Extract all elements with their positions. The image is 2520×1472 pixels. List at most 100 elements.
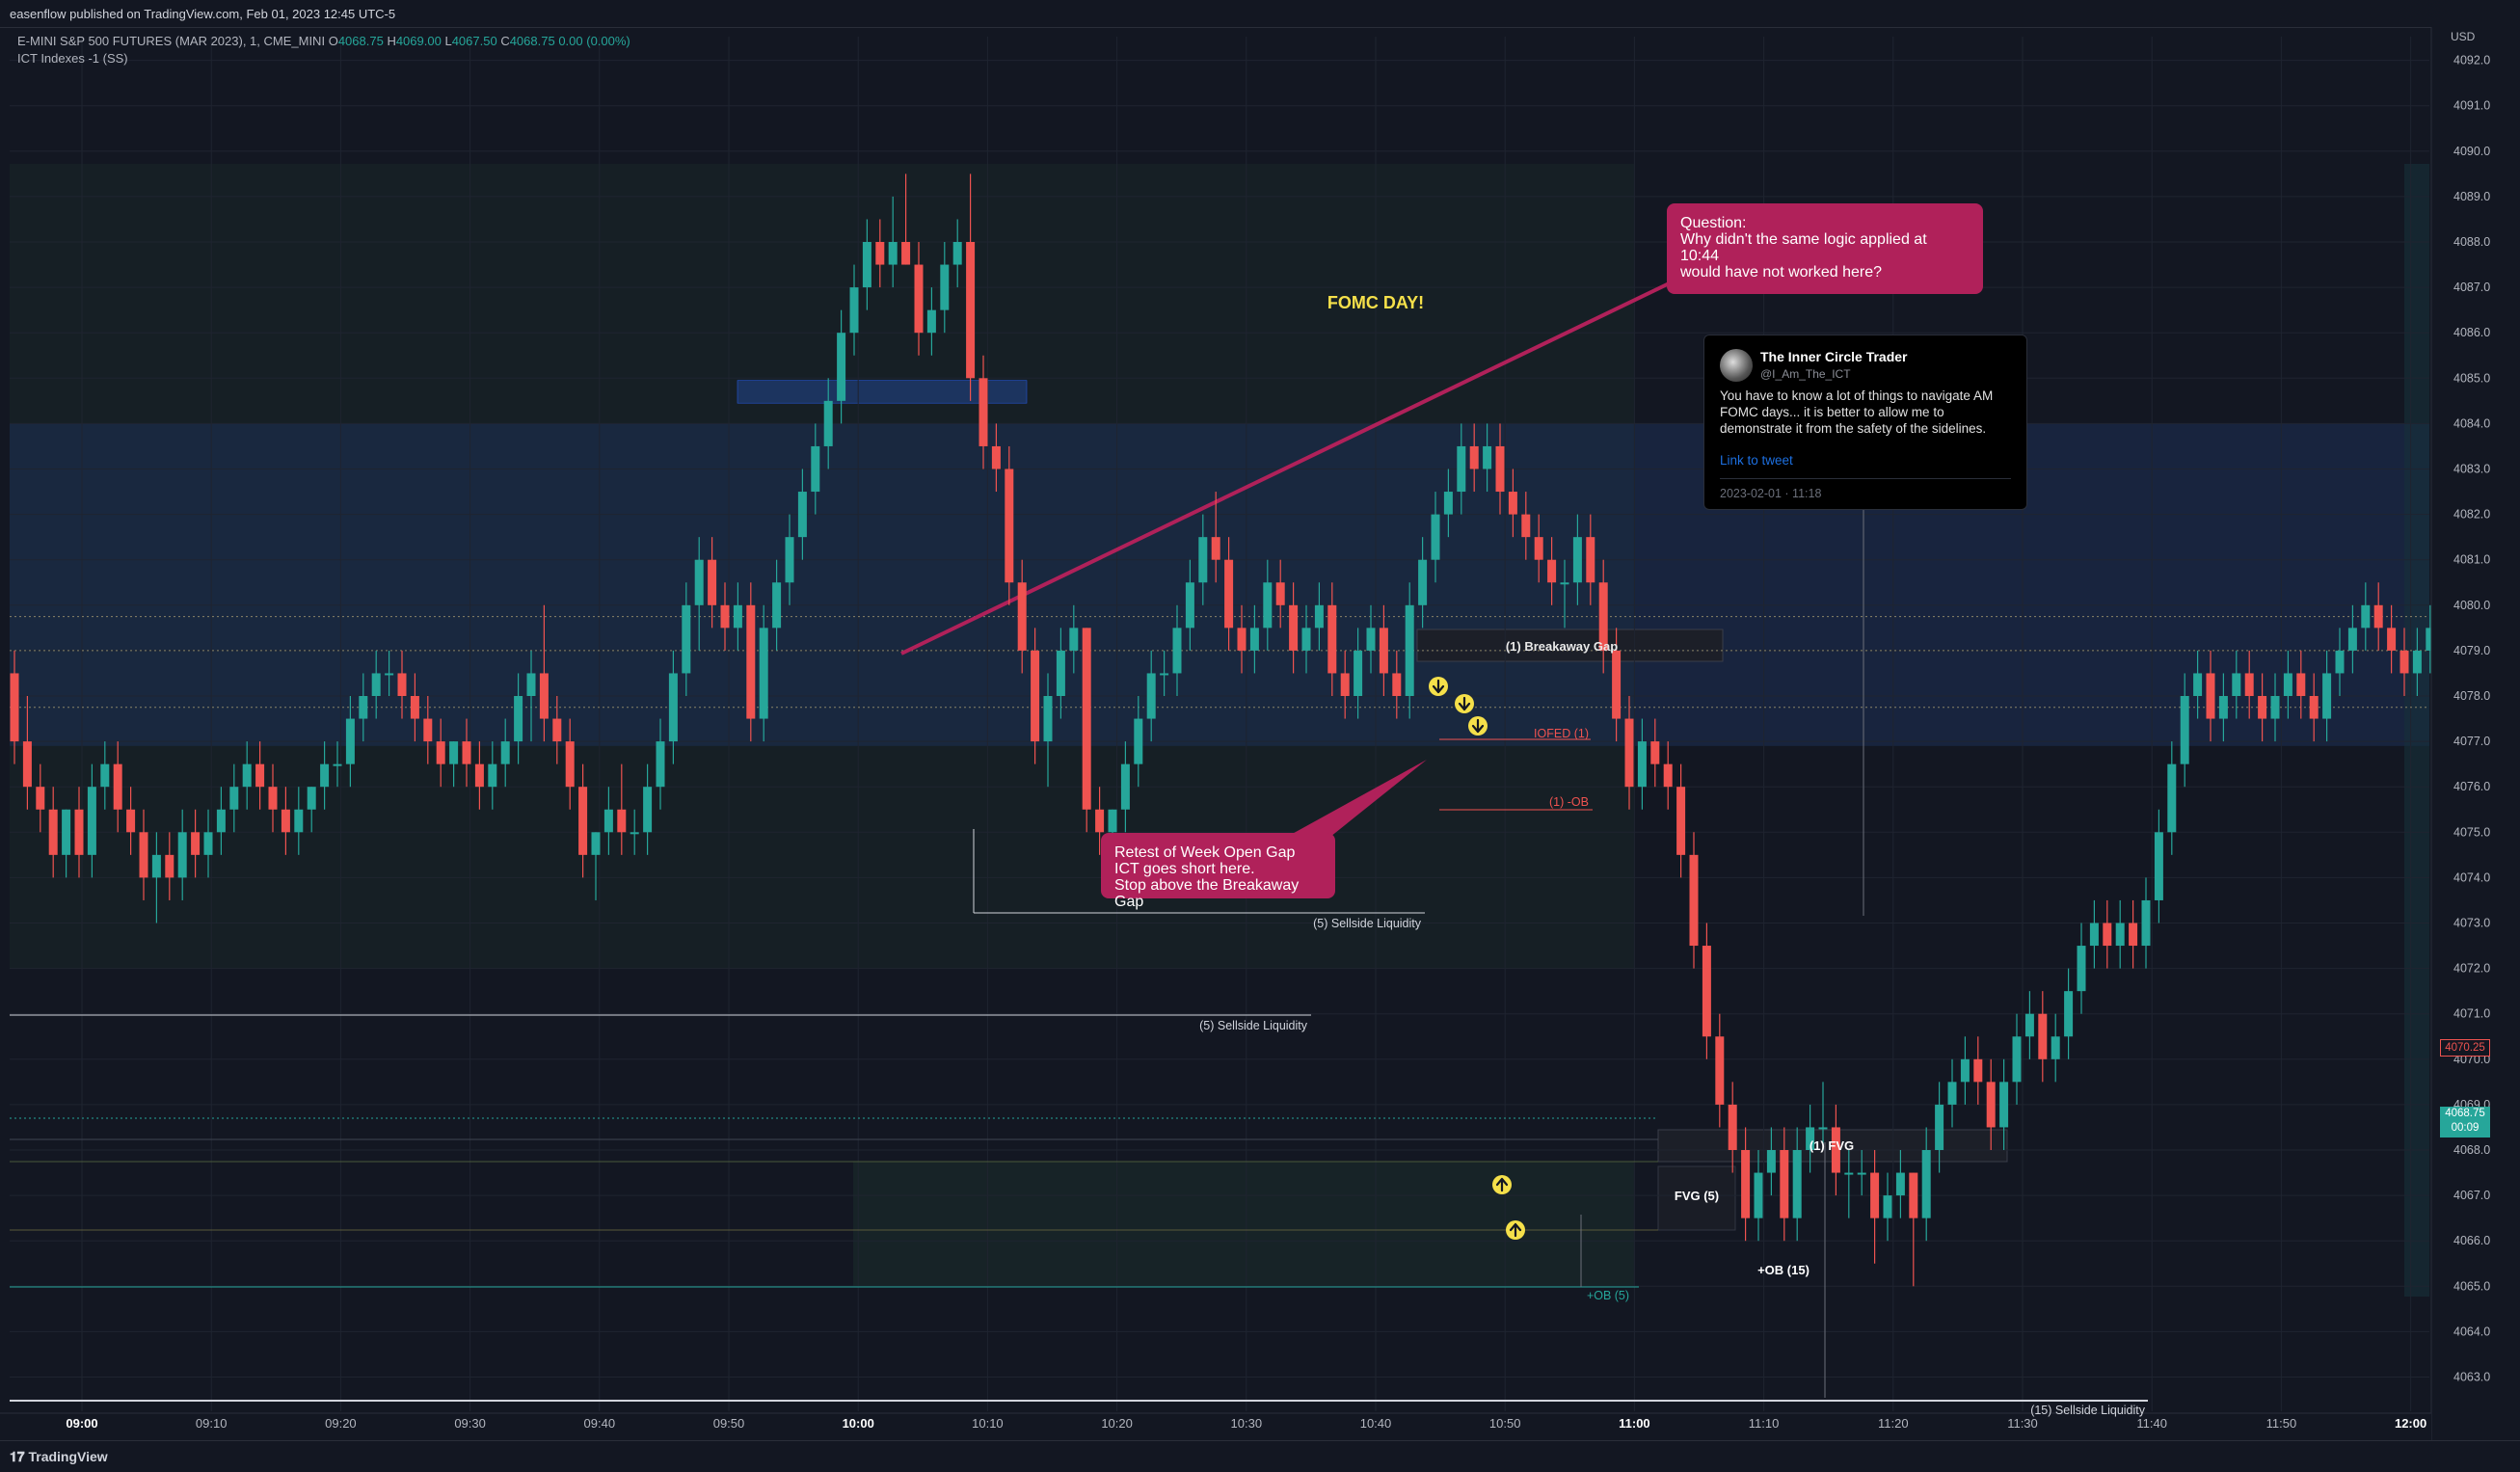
short-entry-3-icon (1468, 716, 1488, 736)
candle-body (1650, 741, 1659, 764)
candle-body (2271, 696, 2280, 719)
candle-body (1702, 946, 1711, 1036)
candle-body (2193, 673, 2202, 696)
candle-body (1044, 696, 1053, 741)
tweet-embed[interactable]: The Inner Circle Trader @I_Am_The_ICT Yo… (1703, 335, 2027, 510)
candle (2013, 1014, 2022, 1105)
price-tick: 4081.0 (2453, 553, 2490, 567)
question-line-1: Question: (1680, 215, 1970, 231)
symbol-legend[interactable]: E-MINI S&P 500 FUTURES (MAR 2023), 1, CM… (17, 33, 630, 67)
candle-body (385, 673, 393, 675)
fvg-1-label: (1) FVG (1810, 1138, 1854, 1153)
footer-bar: 𝟏𝟕 TradingView (0, 1440, 2520, 1472)
symbol-name[interactable]: E-MINI S&P 500 FUTURES (MAR 2023), 1, CM… (17, 34, 325, 48)
candle-body (36, 787, 44, 810)
long-entry-1-icon (1492, 1175, 1512, 1194)
candle-body (2078, 946, 2086, 991)
candle (2064, 969, 2073, 1059)
candle-body (2336, 651, 2345, 674)
candle-body (1354, 651, 1362, 696)
candle-body (320, 764, 329, 788)
candle-body (423, 719, 432, 742)
candle-body (1457, 446, 1465, 492)
candle-body (966, 242, 975, 378)
retest-line-1: Retest of Week Open Gap (1114, 844, 1322, 861)
fvg-5-label: FVG (5) (1675, 1189, 1719, 1203)
candle-body (2116, 923, 2125, 947)
candle-body (2284, 673, 2292, 696)
right-zone (2404, 164, 2429, 1297)
candle-body (255, 764, 264, 788)
indicator-name[interactable]: ICT Indexes -1 (SS) (17, 50, 630, 67)
price-tick: 4077.0 (2453, 735, 2490, 748)
candle-body (811, 446, 819, 492)
open-label: O (329, 34, 338, 48)
tradingview-logo-icon[interactable]: 𝟏𝟕 TradingView (10, 1449, 108, 1465)
candle-body (1573, 537, 1582, 582)
candle-body (2038, 1014, 2047, 1059)
short-entry-1-icon (1429, 677, 1448, 696)
candle-body (1198, 537, 1207, 582)
candle-body (372, 673, 381, 696)
candle-body (2322, 673, 2331, 718)
candle-body (334, 764, 342, 766)
candle (2116, 900, 2125, 969)
candle-body (294, 810, 303, 833)
price-tick: 4088.0 (2453, 235, 2490, 249)
candle (1870, 1150, 1879, 1264)
candle-body (604, 810, 613, 833)
candle-body (992, 446, 1001, 469)
sellside-15-label: (15) Sellside Liquidity (2030, 1404, 2146, 1417)
candle-body (1987, 1082, 1996, 1127)
candle-body (2103, 923, 2111, 947)
candle-body (837, 333, 845, 401)
candle-body (449, 741, 458, 764)
candle-body (126, 810, 135, 833)
candle-body (1432, 515, 1440, 560)
candle-body (514, 696, 523, 741)
candle-body (1470, 446, 1479, 469)
candle-body (1315, 605, 1324, 629)
candle-body (979, 378, 988, 446)
question-callout[interactable]: Question: Why didn't the same logic appl… (1667, 203, 1983, 294)
logo-mark: 𝟏𝟕 (10, 1449, 25, 1464)
candle-body (940, 265, 949, 310)
candle-body (617, 810, 626, 833)
candle-body (1147, 673, 1156, 718)
tweet-link[interactable]: Link to tweet (1720, 453, 1793, 468)
candle-body (527, 673, 536, 696)
candle-body (217, 810, 226, 833)
candle-body (2413, 651, 2422, 674)
candle-body (1069, 628, 1078, 651)
zones-layer (10, 164, 2429, 1297)
candle-body (1263, 582, 1272, 628)
candle-body (1367, 628, 1376, 651)
candle-body (772, 582, 781, 628)
last-price: 4068.75 (2440, 1107, 2490, 1121)
price-chart[interactable]: USD4063.04064.04065.04066.04067.04068.04… (0, 27, 2520, 1440)
time-tick: 11:30 (2007, 1416, 2038, 1431)
candle-body (1173, 628, 1182, 673)
candle (1083, 628, 1091, 832)
candle-body (708, 560, 716, 605)
candle-body (2142, 900, 2151, 946)
price-tick: 4083.0 (2453, 463, 2490, 476)
candle-body (1212, 537, 1220, 560)
candle-body (1909, 1173, 1917, 1218)
candle-body (1922, 1150, 1931, 1218)
candle (2142, 877, 2151, 968)
price-tick: 4089.0 (2453, 190, 2490, 203)
candle-body (1444, 492, 1453, 515)
candle-body (178, 832, 187, 877)
week-open-gap-zone (10, 423, 2429, 745)
candle-body (62, 810, 70, 855)
published-by-text: easenflow published on TradingView.com, … (10, 7, 395, 21)
candle-body (1858, 1173, 1866, 1175)
candle (2038, 991, 2047, 1082)
low-label: L (444, 34, 451, 48)
tweet-date: 2023-02-01 · 11:18 (1720, 487, 1821, 500)
candle-body (786, 537, 794, 582)
candle-body (1109, 810, 1117, 833)
candle-body (1935, 1105, 1944, 1150)
retest-callout[interactable]: Retest of Week Open Gap ICT goes short h… (1101, 833, 1335, 898)
